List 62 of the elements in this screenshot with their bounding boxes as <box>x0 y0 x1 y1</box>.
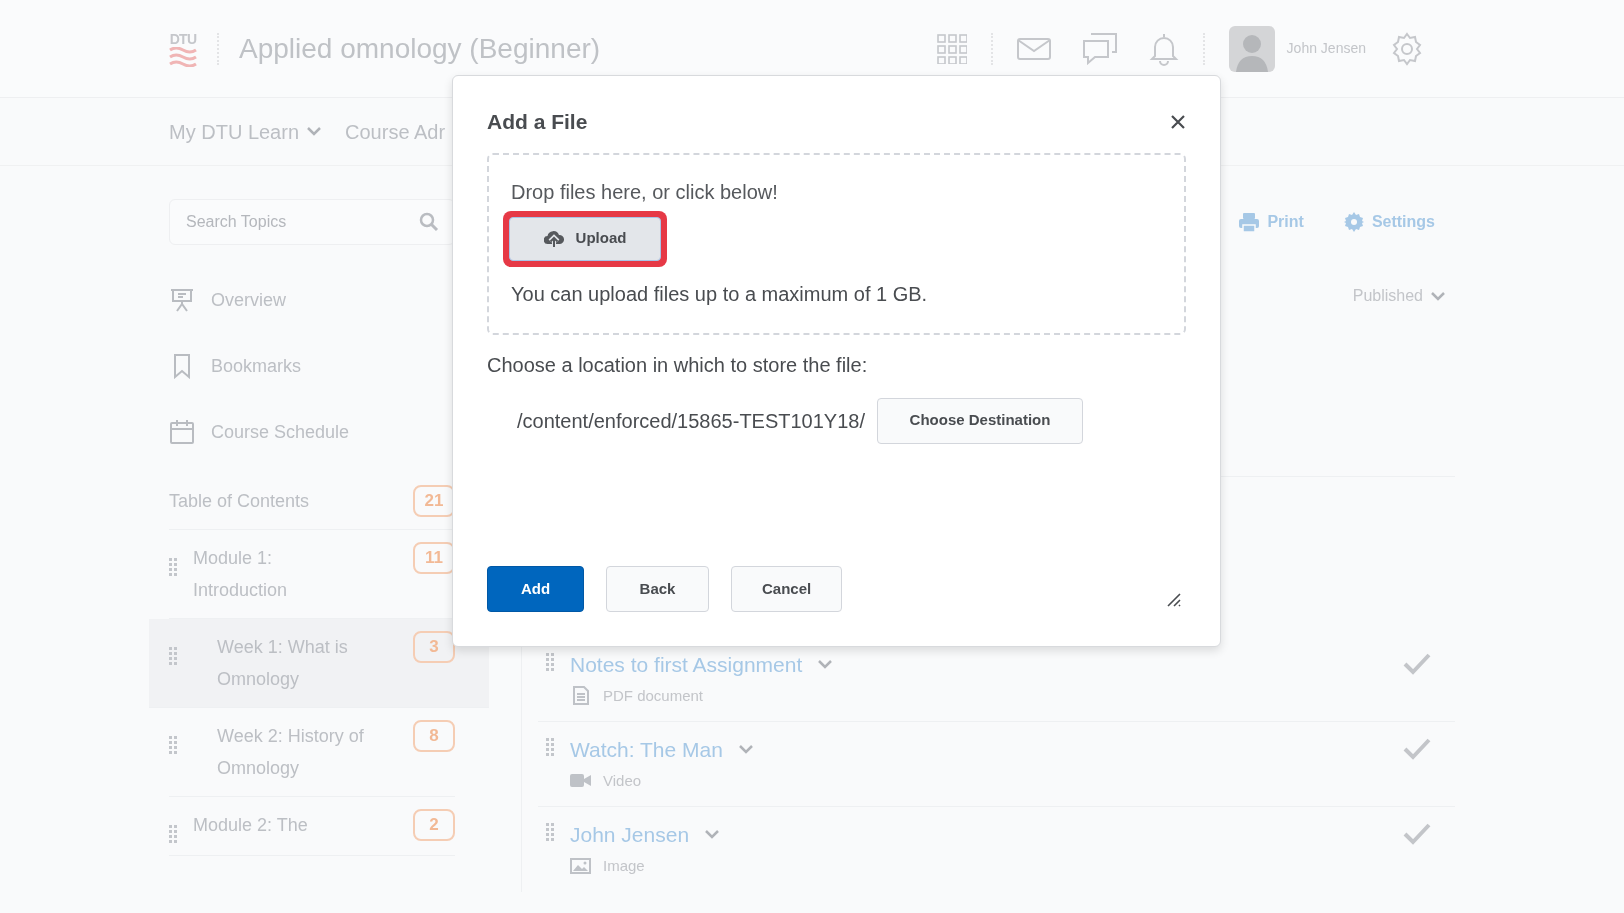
close-icon[interactable] <box>1170 113 1186 130</box>
chat-icon[interactable] <box>1082 32 1117 65</box>
app-grid-icon[interactable] <box>936 33 967 64</box>
bookmark-icon <box>171 353 193 379</box>
toc-heading[interactable]: Table of Contents <box>169 487 310 515</box>
sidebar-link[interactable]: Overview <box>169 267 455 333</box>
avatar-icon[interactable] <box>1228 25 1275 72</box>
search-icon[interactable] <box>419 212 439 232</box>
caret-icon <box>738 745 753 755</box>
video-camera-icon <box>570 774 591 788</box>
sidebar-link[interactable]: Course Schedule <box>169 399 455 465</box>
cloud-upload-icon <box>543 230 564 247</box>
logo-waves-icon <box>169 46 197 67</box>
count-badge: 2 <box>413 809 455 841</box>
caret-icon <box>705 830 720 840</box>
resize-handle-icon[interactable] <box>1166 592 1182 608</box>
toolbar-button[interactable]: Print <box>1239 210 1304 234</box>
search-field[interactable]: Search Topics <box>169 199 455 245</box>
choose-destination-button[interactable]: Choose Destination <box>877 397 1083 444</box>
nav-menu-item[interactable]: Course Adr <box>345 116 446 147</box>
drag-handle-icon[interactable] <box>546 653 554 671</box>
image-icon <box>570 857 591 874</box>
mail-icon[interactable] <box>1016 37 1051 60</box>
dialog-button[interactable]: Back <box>606 566 709 612</box>
upload-limit-note: You can upload files up to a maximum of 1 GB. <box>511 281 928 307</box>
drop-zone[interactable]: Drop files here, or click below! Upload You can upload files up to a maximum of 1 GB. <box>487 152 1186 335</box>
drag-handle-icon[interactable] <box>169 647 177 665</box>
drag-handle-icon[interactable] <box>546 738 554 756</box>
module-item[interactable]: Week 2: History of Omnology 8 <box>169 708 455 797</box>
presentation-board-icon <box>169 287 195 313</box>
caret-icon <box>1431 291 1445 301</box>
count-badge: 8 <box>413 720 455 752</box>
document-icon <box>572 686 589 706</box>
topic-link[interactable]: John Jensen <box>570 819 690 851</box>
location-label: Choose a location in which to store the file: <box>487 352 869 378</box>
drop-hint: Drop files here, or click below! <box>511 179 778 205</box>
nav-menu-item[interactable]: My DTU Learn <box>169 116 322 147</box>
module-title: Week 2: History of Omnology <box>216 725 365 780</box>
drag-handle-icon[interactable] <box>546 823 554 841</box>
module-title: Module 2: The <box>193 814 309 837</box>
topic-link[interactable]: Notes to first Assignment <box>570 649 803 681</box>
course-title: Applied omnology (Beginner) <box>239 31 601 66</box>
drag-handle-icon[interactable] <box>169 558 177 576</box>
calendar-icon <box>169 419 195 445</box>
sidebar-link[interactable]: Bookmarks <box>169 333 455 399</box>
drag-handle-icon[interactable] <box>169 825 177 843</box>
toolbar-button[interactable]: Settings <box>1343 210 1435 234</box>
gear-icon <box>1343 212 1364 232</box>
bell-icon[interactable] <box>1148 31 1179 66</box>
caret-icon <box>818 660 833 670</box>
printer-icon <box>1239 212 1260 232</box>
destination-path: /content/enforced/15865-TEST101Y18/ <box>517 408 865 434</box>
dialog-button[interactable]: Add <box>487 566 584 612</box>
module-item[interactable]: Module 2: The 2 <box>169 797 455 856</box>
drag-handle-icon[interactable] <box>169 736 177 754</box>
topic-link[interactable]: Watch: The Man <box>570 734 723 766</box>
dialog-title: Add a File <box>487 109 588 135</box>
settings-icon[interactable] <box>1390 31 1424 66</box>
upload-button[interactable]: Upload <box>509 216 661 261</box>
module-title: Module 1: Introduction <box>193 547 289 602</box>
dialog-button[interactable]: Cancel <box>731 566 843 612</box>
caret-icon <box>307 127 322 136</box>
